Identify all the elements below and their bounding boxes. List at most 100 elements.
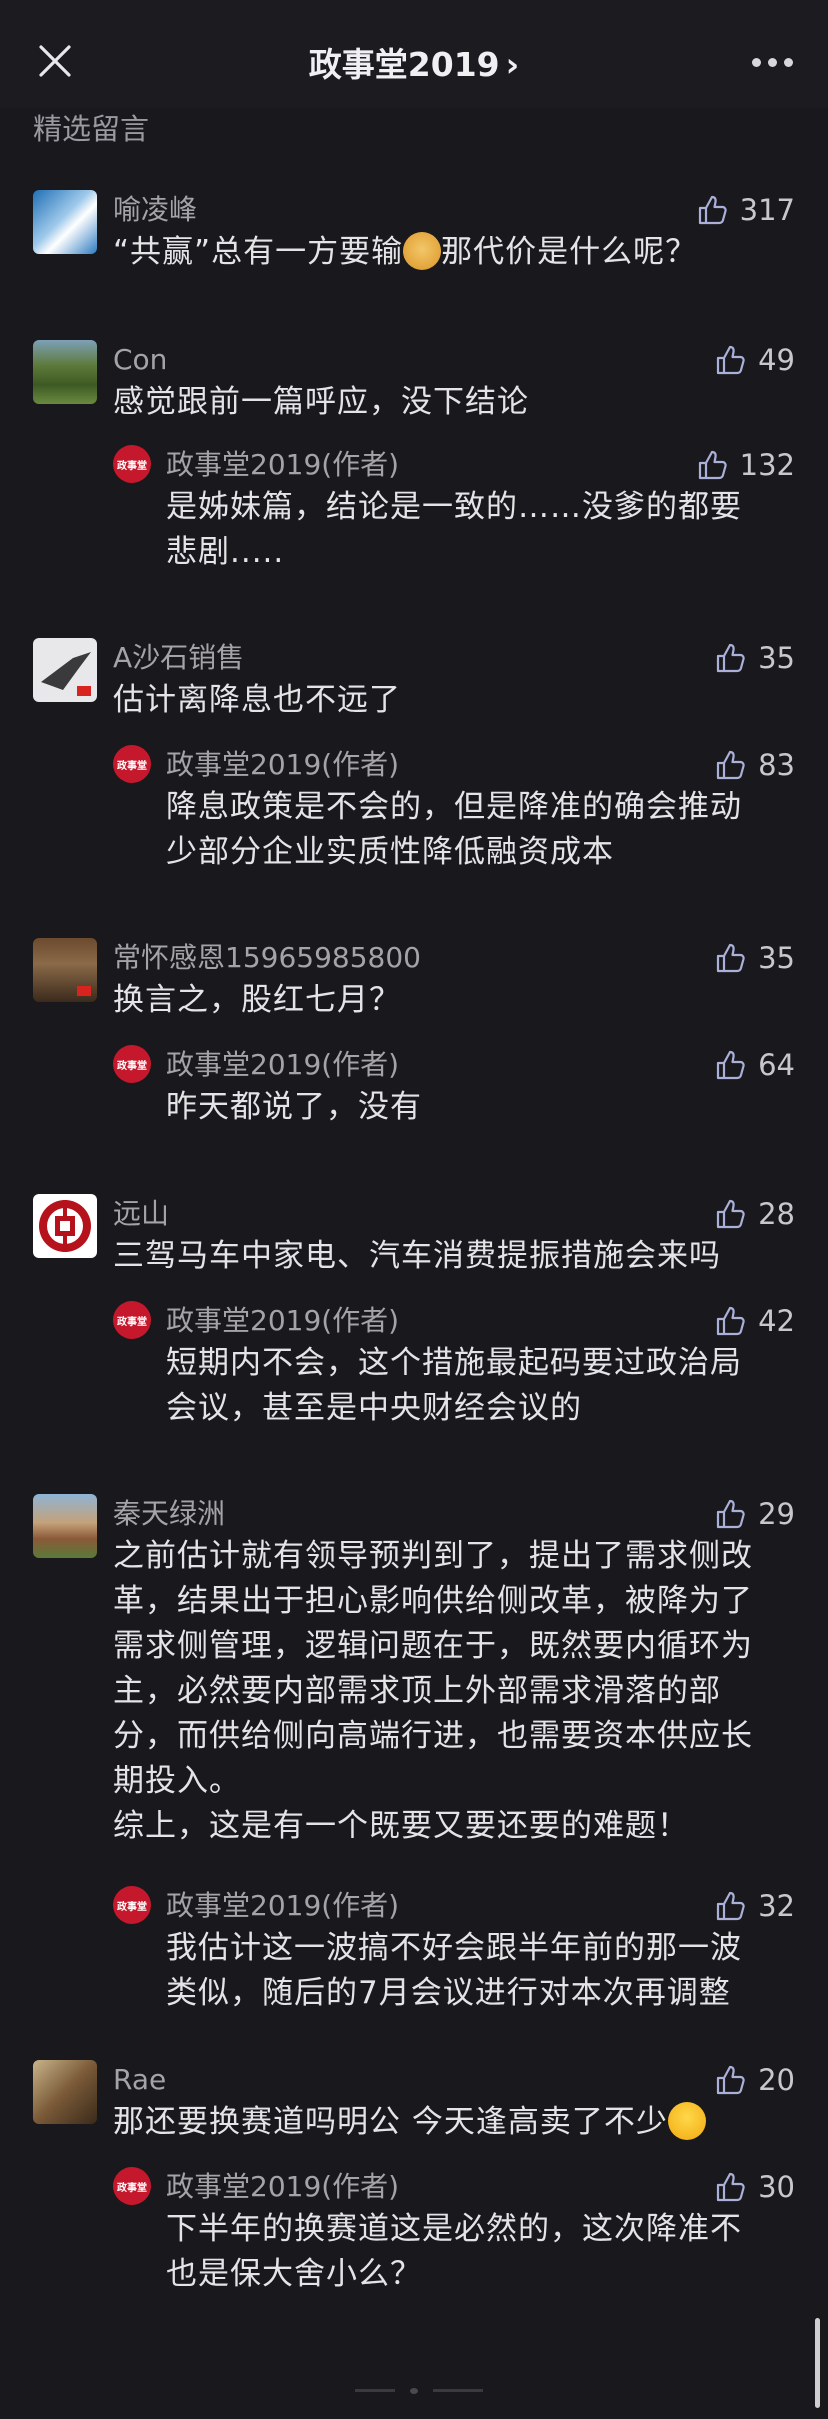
like-button[interactable]: 49 — [714, 340, 795, 380]
like-count: 30 — [758, 2170, 795, 2204]
thumb-up-icon — [716, 2065, 745, 2095]
avatar[interactable] — [33, 938, 97, 1002]
comment-text: 感觉跟前一篇呼应，没下结论 — [113, 384, 529, 420]
page-indicator — [355, 2388, 485, 2395]
reply-text-line: 昨天都说了，没有 — [166, 1089, 422, 1125]
commenter-name[interactable]: 常怀感恩15965985800 — [113, 938, 421, 978]
comment-text: 三驾马车中家电、汽车消费提振措施会来吗 — [113, 1238, 721, 1274]
reply-text-line: 短期内不会，这个措施最起码要过政治局 — [166, 1345, 742, 1381]
author-avatar[interactable]: 政事堂 — [113, 2167, 151, 2205]
more-icon[interactable] — [752, 58, 794, 68]
commenter-name[interactable]: 远山 — [113, 1194, 169, 1234]
like-count: 132 — [739, 448, 795, 482]
comment-text-line: 主，必然要内部需求顶上外部需求滑落的部 — [113, 1673, 721, 1709]
thumb-up-icon — [716, 345, 745, 375]
reply-text-line: 悲剧..... — [166, 534, 285, 570]
page-title[interactable]: 政事堂2019 › — [0, 38, 828, 86]
like-button[interactable]: 32 — [714, 1886, 795, 1926]
thumb-up-icon — [716, 750, 745, 780]
thumb-up-icon — [698, 450, 727, 480]
chevron-right-icon: › — [505, 45, 520, 84]
reply-text-line: 也是保大舍小么？ — [166, 2256, 422, 2292]
comment-text-part: “共赢”总有一方要输 — [113, 234, 404, 270]
comment-text-part: 那还要换赛道吗明公 今天逢高卖了不少 — [113, 2104, 668, 2140]
commenter-name[interactable]: A沙石销售 — [113, 638, 244, 678]
like-button[interactable]: 132 — [696, 445, 795, 485]
comment-text: 估计离降息也不远了 — [113, 682, 401, 718]
author-avatar[interactable]: 政事堂 — [113, 1045, 151, 1083]
like-button[interactable]: 20 — [714, 2060, 795, 2100]
like-count: 83 — [758, 748, 795, 782]
commenter-name[interactable]: 秦天绿洲 — [113, 1494, 225, 1534]
commenter-name[interactable]: 喻凌峰 — [113, 190, 197, 230]
comment-text-line: 分，而供给侧向高端行进，也需要资本供应长 — [113, 1718, 753, 1754]
like-count: 28 — [758, 1197, 795, 1231]
like-count: 317 — [739, 193, 795, 227]
like-button[interactable]: 28 — [714, 1194, 795, 1234]
comment-text-part: 那代价是什么呢？ — [441, 234, 698, 270]
author-avatar[interactable]: 政事堂 — [113, 1301, 151, 1339]
author-name[interactable]: 政事堂2019(作者) — [166, 1301, 399, 1341]
comment-text: 换言之，股红七月？ — [113, 982, 401, 1018]
comment-text-line: 期投入。 — [113, 1763, 241, 1799]
like-count: 49 — [758, 343, 795, 377]
like-button[interactable]: 35 — [714, 638, 795, 678]
like-count: 32 — [758, 1889, 795, 1923]
author-name[interactable]: 政事堂2019(作者) — [166, 2167, 399, 2207]
thumb-up-icon — [698, 195, 727, 225]
thumb-up-icon — [716, 1306, 745, 1336]
author-avatar[interactable]: 政事堂 — [113, 1886, 151, 1924]
commenter-name[interactable]: Con — [113, 340, 167, 380]
section-title: 精选留言 — [33, 112, 150, 146]
thumb-up-icon — [716, 1199, 745, 1229]
scrollbar[interactable] — [815, 2318, 820, 2408]
author-name[interactable]: 政事堂2019(作者) — [166, 445, 399, 485]
comment-text-line: 综上，这是有一个既要又要还要的难题！ — [113, 1808, 689, 1844]
like-count: 64 — [758, 1048, 795, 1082]
comment-text-line: 之前估计就有领导预判到了，提出了需求侧改 — [113, 1538, 753, 1574]
comment-text-line: 革，结果出于担心影响供给侧改革，被降为了 — [113, 1583, 753, 1619]
like-button[interactable]: 35 — [714, 938, 795, 978]
like-count: 29 — [758, 1497, 795, 1531]
reply-text-line: 我估计这一波搞不好会跟半年前的那一波 — [166, 1930, 742, 1966]
like-count: 35 — [758, 941, 795, 975]
thumb-up-icon — [716, 1499, 745, 1529]
like-button[interactable]: 29 — [714, 1494, 795, 1534]
reply-text-line: 类似，随后的7月会议进行对本次再调整 — [166, 1975, 731, 2011]
author-name[interactable]: 政事堂2019(作者) — [166, 745, 399, 785]
like-button[interactable]: 317 — [696, 190, 795, 230]
reply-text-line: 少部分企业实质性降低融资成本 — [166, 834, 614, 870]
commenter-name[interactable]: Rae — [113, 2060, 166, 2100]
author-avatar[interactable]: 政事堂 — [113, 745, 151, 783]
thumb-up-icon — [716, 943, 745, 973]
avatar[interactable] — [33, 1194, 97, 1258]
like-count: 35 — [758, 641, 795, 675]
avatar[interactable] — [33, 340, 97, 404]
like-button[interactable]: 42 — [714, 1301, 795, 1341]
author-avatar[interactable]: 政事堂 — [113, 445, 151, 483]
reply-text-line: 降息政策是不会的，但是降准的确会推动 — [166, 789, 742, 825]
avatar[interactable] — [33, 638, 97, 702]
like-count: 20 — [758, 2063, 795, 2097]
like-count: 42 — [758, 1304, 795, 1338]
author-name[interactable]: 政事堂2019(作者) — [166, 1045, 399, 1085]
avatar[interactable] — [33, 1494, 97, 1558]
like-button[interactable]: 30 — [714, 2167, 795, 2207]
reply-text-line: 会议，甚至是中央财经会议的 — [166, 1390, 582, 1426]
author-name[interactable]: 政事堂2019(作者) — [166, 1886, 399, 1926]
page-title-text: 政事堂2019 — [308, 45, 500, 84]
thumb-up-icon — [716, 1050, 745, 1080]
comment-text-line: 需求侧管理，逻辑问题在于，既然要内循环为 — [113, 1628, 753, 1664]
avatar[interactable] — [33, 190, 97, 254]
like-button[interactable]: 83 — [714, 745, 795, 785]
comment-text: “共赢”总有一方要输 那代价是什么呢？ — [113, 230, 793, 275]
thumb-up-icon — [716, 643, 745, 673]
top-bar: 政事堂2019 › — [0, 0, 828, 108]
flushed-emoji-icon — [667, 2102, 706, 2140]
reply-text-line: 下半年的换赛道这是必然的，这次降准不 — [166, 2211, 742, 2247]
thumb-up-icon — [716, 1891, 745, 1921]
avatar[interactable] — [33, 2060, 97, 2124]
reply-text-line: 是姊妹篇，结论是一致的……没爹的都要 — [166, 489, 742, 525]
like-button[interactable]: 64 — [714, 1045, 795, 1085]
comment-text: 那还要换赛道吗明公 今天逢高卖了不少 — [113, 2100, 793, 2145]
